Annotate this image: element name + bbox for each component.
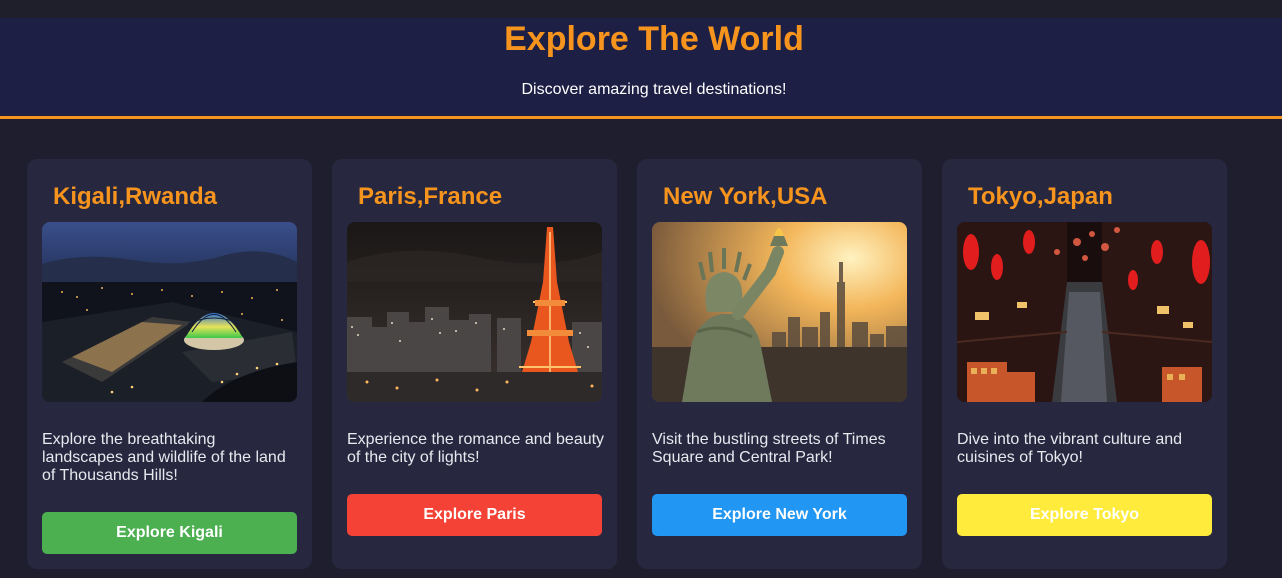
- paris-photo: [347, 222, 602, 402]
- card-title: Tokyo,Japan: [968, 183, 1113, 210]
- card-title: New York,USA: [663, 183, 828, 210]
- destination-card-tokyo: Tokyo,Japan Dive into the vibrant cultur…: [942, 159, 1227, 569]
- card-title: Paris,France: [358, 183, 503, 210]
- tokyo-photo: [957, 222, 1212, 402]
- destination-card-new-york: New York,USA Visit the bustling streets …: [637, 159, 922, 569]
- page-header: Explore The World Discover amazing trave…: [0, 18, 1282, 119]
- page-title: Explore The World: [504, 20, 804, 58]
- card-description: Explore the breathtaking landscapes and …: [42, 431, 286, 484]
- explore-new-york-button[interactable]: Explore New York: [652, 494, 907, 536]
- explore-kigali-button[interactable]: Explore Kigali: [42, 512, 297, 554]
- card-description: Dive into the vibrant culture and cuisin…: [957, 431, 1183, 466]
- new-york-photo: [652, 222, 907, 402]
- explore-paris-button[interactable]: Explore Paris: [347, 494, 602, 536]
- card-description: Visit the bustling streets of Times Squa…: [652, 431, 886, 466]
- explore-tokyo-button[interactable]: Explore Tokyo: [957, 494, 1212, 536]
- destination-card-kigali: Kigali,Rwanda Explore the breathtaking l…: [27, 159, 312, 569]
- browser-top-strip: [0, 0, 1282, 18]
- card-description: Experience the romance and beauty of the…: [347, 431, 605, 466]
- kigali-photo: [42, 222, 297, 402]
- destination-card-paris: Paris,France Experience the romance and …: [332, 159, 617, 569]
- page-subtitle: Discover amazing travel destinations!: [521, 81, 787, 98]
- card-title: Kigali,Rwanda: [53, 183, 218, 210]
